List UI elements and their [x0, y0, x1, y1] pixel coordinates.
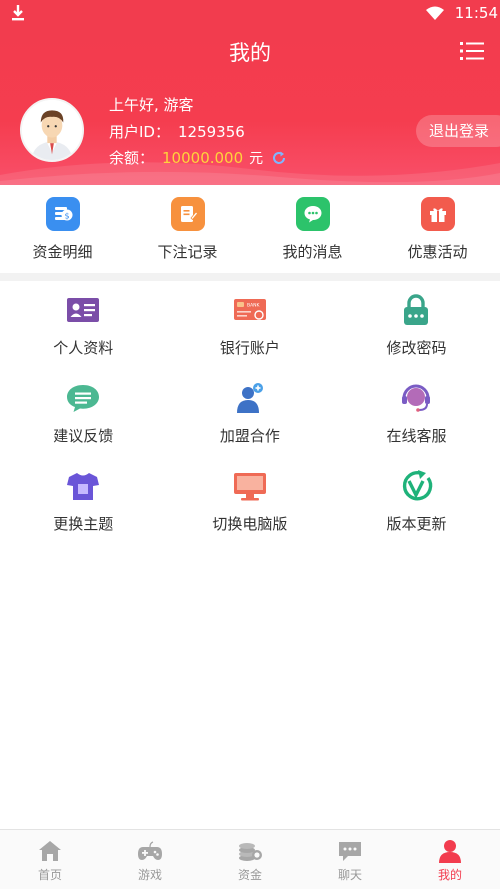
menu-label-customer-service: 在线客服	[386, 427, 447, 445]
quick-label-bet-record: 下注记录	[157, 243, 218, 261]
coins-icon	[239, 843, 262, 861]
svg-text:BANK: BANK	[247, 303, 261, 309]
balance-amount: 10000.000	[162, 148, 244, 167]
menu-label-feedback: 建议反馈	[53, 427, 114, 445]
menu-item-profile[interactable]: 个人资料	[0, 281, 167, 369]
menu-item-partnership[interactable]: 加盟合作	[167, 369, 334, 457]
nav-item-chat[interactable]: 聊天	[300, 830, 400, 889]
tshirt-icon	[67, 473, 100, 500]
quick-item-money-detail[interactable]: $ 资金明细	[0, 185, 125, 273]
bet-record-icon	[170, 197, 205, 231]
nav-label-chat: 聊天	[337, 868, 362, 882]
menu-item-desktop-version[interactable]: 切换电脑版	[167, 457, 334, 545]
list-menu-icon[interactable]	[456, 38, 488, 64]
user-id-row: 用户ID： 1259356	[109, 121, 245, 142]
wifi-icon	[426, 6, 444, 20]
bottom-nav: 首页 游戏 资金 聊天 我的	[0, 829, 500, 889]
user-id-value: 1259356	[177, 123, 245, 141]
quick-item-bet-record[interactable]: 下注记录	[125, 185, 250, 273]
menu-label-bank-account: 银行账户	[219, 339, 280, 357]
nav-label-mine: 我的	[437, 868, 462, 882]
gamepad-icon	[138, 841, 162, 860]
monitor-icon	[233, 473, 266, 501]
message-icon	[295, 197, 330, 231]
feedback-icon	[67, 385, 100, 412]
home-icon	[39, 841, 61, 861]
quick-actions: $ 资金明细 下注记录 我的消息 优惠活动	[0, 185, 500, 273]
menu-grid: 个人资料 BANK 银行账户 修改密码 建议反馈 加盟合作 在线客服 更换主题 …	[0, 281, 500, 545]
avatar-icon	[22, 100, 82, 160]
menu-item-customer-service[interactable]: 在线客服	[333, 369, 500, 457]
balance-unit: 元	[249, 150, 264, 167]
menu-label-change-password: 修改密码	[386, 339, 447, 357]
avatar[interactable]	[20, 98, 84, 162]
logout-button[interactable]: 退出登录	[416, 115, 500, 147]
chat-icon	[339, 842, 361, 861]
nav-label-funds: 资金	[237, 868, 262, 882]
bank-card-icon: BANK	[233, 299, 266, 320]
add-user-icon	[236, 383, 263, 413]
download-icon	[12, 5, 24, 21]
profile-card-icon	[67, 298, 100, 322]
nav-item-games[interactable]: 游戏	[100, 830, 200, 889]
menu-label-change-theme: 更换主题	[53, 515, 114, 533]
gift-icon	[420, 197, 455, 231]
balance-label: 余额：	[109, 149, 155, 167]
menu-label-desktop-version: 切换电脑版	[212, 515, 288, 533]
menu-label-version-update: 版本更新	[386, 515, 447, 533]
quick-label-message: 我的消息	[282, 243, 343, 261]
greeting-text: 上午好, 游客	[109, 96, 194, 114]
menu-item-change-password[interactable]: 修改密码	[333, 281, 500, 369]
status-time: 11:54	[454, 4, 498, 22]
menu-item-bank-account[interactable]: BANK 银行账户	[167, 281, 334, 369]
quick-item-message[interactable]: 我的消息	[250, 185, 375, 273]
page-title: 我的	[229, 41, 271, 65]
nav-label-games: 游戏	[137, 868, 162, 882]
balance-row: 余额： 10000.000 元	[109, 147, 287, 168]
section-divider	[0, 273, 500, 281]
profile-header: 我的 上午好, 游客 用户ID： 1259356 余额： 10000.000 元	[0, 26, 500, 185]
user-id-label: 用户ID：	[109, 123, 170, 141]
status-bar: 11:54	[0, 0, 500, 26]
nav-item-home[interactable]: 首页	[0, 830, 100, 889]
menu-item-change-theme[interactable]: 更换主题	[0, 457, 167, 545]
quick-label-money-detail: 资金明细	[32, 243, 93, 261]
headset-icon	[402, 384, 431, 412]
refresh-icon[interactable]	[271, 150, 287, 166]
lock-icon	[404, 294, 429, 325]
menu-label-profile: 个人资料	[53, 339, 114, 357]
nav-label-home: 首页	[37, 868, 62, 882]
user-icon	[439, 840, 461, 863]
nav-item-mine[interactable]: 我的	[400, 830, 500, 889]
menu-item-feedback[interactable]: 建议反馈	[0, 369, 167, 457]
version-update-icon	[403, 470, 433, 501]
quick-item-promotion[interactable]: 优惠活动	[375, 185, 500, 273]
svg-text:$: $	[64, 212, 69, 221]
menu-item-version-update[interactable]: 版本更新	[333, 457, 500, 545]
money-detail-icon: $	[45, 197, 80, 231]
quick-label-promotion: 优惠活动	[407, 243, 468, 261]
nav-item-funds[interactable]: 资金	[200, 830, 300, 889]
menu-label-partnership: 加盟合作	[219, 427, 280, 445]
